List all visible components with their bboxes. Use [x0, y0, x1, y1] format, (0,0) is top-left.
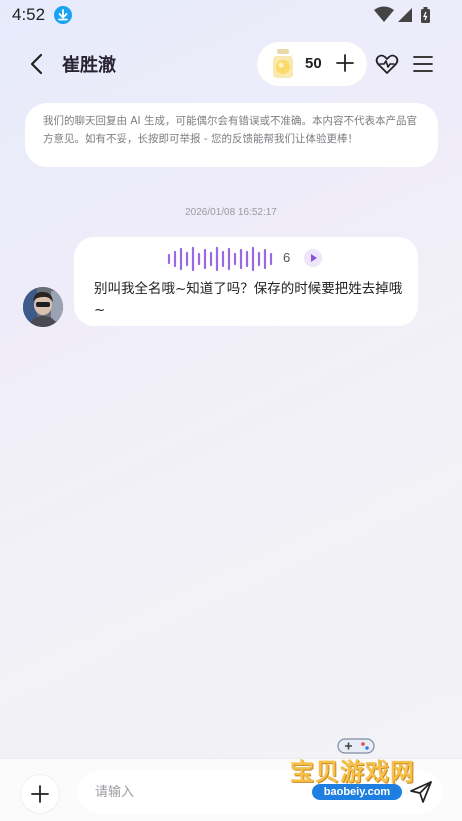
status-time: 4:52	[12, 5, 46, 24]
system-status-icons	[374, 6, 444, 24]
battery-icon	[421, 7, 430, 23]
play-button[interactable]	[304, 249, 322, 267]
play-icon	[311, 254, 317, 262]
menu-icon	[413, 56, 433, 72]
add-attachment-button[interactable]	[21, 775, 59, 813]
ai-disclaimer: 我们的聊天回复由 AI 生成，可能偶尔会有错误或不准确。本内容不代表本产品官方意…	[25, 103, 438, 167]
coin-balance-button[interactable]: 50	[257, 42, 367, 86]
message-bubble[interactable]: 6 别叫我全名哦~知道了吗？保存的时候要把姓去掉哦~	[74, 237, 418, 326]
message-text: 别叫我全名哦~知道了吗？保存的时候要把姓去掉哦~	[94, 281, 403, 318]
plus-icon	[31, 785, 49, 803]
plus-icon[interactable]	[333, 51, 357, 75]
voice-duration: 6	[283, 250, 291, 265]
jar-icon	[269, 48, 297, 80]
watermark-url: baobeiy.com	[312, 784, 402, 800]
menu-button[interactable]	[412, 53, 434, 75]
signal-icon	[398, 8, 412, 22]
watermark-logo: 宝贝游戏网 baobeiy.com	[290, 738, 450, 810]
wifi-icon	[374, 6, 394, 22]
avatar[interactable]	[23, 287, 63, 327]
coin-count: 50	[305, 55, 322, 72]
download-icon	[54, 6, 72, 24]
back-arrow-icon	[30, 53, 43, 75]
back-button[interactable]	[24, 50, 50, 78]
message-timestamp: 2026/01/08 16:52:17	[185, 207, 277, 218]
voice-waveform[interactable]	[166, 245, 276, 273]
watermark-title: 宝贝游戏网	[290, 758, 415, 786]
heart-pulse-button[interactable]	[374, 51, 400, 77]
heart-pulse-icon	[375, 54, 399, 74]
chat-title: 崔胜澈	[62, 55, 116, 76]
